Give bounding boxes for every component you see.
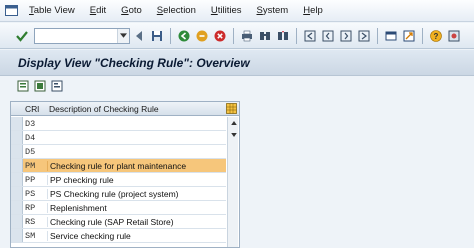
scroll-up-icon[interactable] <box>228 117 239 128</box>
exit-icon[interactable] <box>195 29 209 43</box>
column-header-code[interactable]: CRl <box>25 104 39 114</box>
cell-code: RS <box>25 217 36 227</box>
title-bar: Display View "Checking Rule": Overview <box>0 50 474 76</box>
cell-description: Checking rule (SAP Retail Store) <box>47 217 225 227</box>
menu-item-selection[interactable]: Selection <box>157 5 196 16</box>
table-row[interactable]: D4 <box>11 131 226 145</box>
menu-item-goto[interactable]: Goto <box>121 5 142 16</box>
toolbar-separator <box>170 27 171 44</box>
menu-item-label: able View <box>33 5 75 16</box>
toolbar-separator <box>296 27 297 44</box>
table-row[interactable]: D5 <box>11 145 226 159</box>
toolbar-separator <box>422 27 423 44</box>
table-row[interactable]: PM Checking rule for plant maintenance <box>11 159 226 173</box>
shortcut-icon[interactable] <box>402 29 416 43</box>
cell-description: PS Checking rule (project system) <box>47 189 225 199</box>
page-title: Display View "Checking Rule": Overview <box>18 56 250 70</box>
toolbar-separator <box>233 27 234 44</box>
menu-item-label: elp <box>310 5 323 16</box>
table-row[interactable]: RS Checking rule (SAP Retail Store) <box>11 215 226 229</box>
cell-description: PP checking rule <box>47 175 225 185</box>
print-icon[interactable] <box>240 29 254 43</box>
cell-code: PM <box>25 161 36 171</box>
menu-item-accelerator: U <box>210 5 218 16</box>
next-page-icon[interactable] <box>339 29 353 43</box>
cell-description: Checking rule for plant maintenance <box>47 161 225 171</box>
row-selector[interactable] <box>11 173 23 186</box>
row-selector[interactable] <box>11 159 23 172</box>
help-icon[interactable]: ? <box>429 29 443 43</box>
menu-item-label: oto <box>128 5 142 16</box>
menu-item-utilities[interactable]: Utilities <box>211 5 242 16</box>
menu-item-label: ystem <box>262 5 289 16</box>
last-page-icon[interactable] <box>357 29 371 43</box>
cell-code: D4 <box>25 133 36 143</box>
svg-text:?: ? <box>434 32 439 41</box>
chevron-down-icon[interactable] <box>117 28 129 43</box>
row-selector[interactable] <box>11 201 23 214</box>
previous-page-icon[interactable] <box>321 29 335 43</box>
menu-item-label: election <box>163 5 196 16</box>
cell-code: PS <box>25 189 36 199</box>
cancel-icon[interactable] <box>213 29 227 43</box>
detail-icon[interactable] <box>50 79 64 93</box>
row-selector[interactable] <box>11 117 23 130</box>
cell-description: Service checking rule <box>47 231 225 241</box>
menu-item-accelerator: G <box>121 5 129 16</box>
row-selector[interactable] <box>11 131 23 144</box>
scroll-down-icon[interactable] <box>228 129 239 140</box>
table-row[interactable]: PS PS Checking rule (project system) <box>11 187 226 201</box>
customize-layout-icon[interactable] <box>447 29 461 43</box>
history-back-icon[interactable] <box>132 29 146 43</box>
find-icon[interactable] <box>258 29 272 43</box>
menu-item-label: tilities <box>217 5 242 16</box>
toolbar-separator <box>377 27 378 44</box>
table-row[interactable]: SM Service checking rule <box>11 229 226 243</box>
row-selector[interactable] <box>11 187 23 200</box>
enter-icon[interactable] <box>14 28 30 44</box>
display-change-icon[interactable] <box>16 79 30 93</box>
table-row[interactable]: PP PP checking rule <box>11 173 226 187</box>
row-selector[interactable] <box>11 145 23 158</box>
table-row[interactable]: RP Replenishment <box>11 201 226 215</box>
column-header-description[interactable]: Description of Checking Rule <box>49 104 159 114</box>
checking-rule-table: CRl Description of Checking Rule D3 D4 D5 P… <box>10 101 240 248</box>
application-toolbar <box>0 77 474 95</box>
find-next-icon[interactable] <box>276 29 290 43</box>
vertical-scrollbar[interactable] <box>227 117 238 247</box>
save-icon[interactable] <box>150 29 164 43</box>
cell-code: D5 <box>25 147 36 157</box>
table-settings-icon[interactable] <box>226 103 237 114</box>
cell-description: Replenishment <box>47 203 225 213</box>
cell-code: PP <box>25 175 36 185</box>
standard-toolbar: ? <box>0 23 474 49</box>
menu-item-edit[interactable]: Edit <box>90 5 106 16</box>
new-session-icon[interactable] <box>384 29 398 43</box>
table-row[interactable]: D3 <box>11 117 226 131</box>
back-icon[interactable] <box>177 29 191 43</box>
menu-bar: Table View Edit Goto Selection Utilities Syst… <box>0 0 474 22</box>
menu-item-system[interactable]: System <box>257 5 289 16</box>
row-selector[interactable] <box>11 215 23 228</box>
row-selector[interactable] <box>11 229 23 242</box>
menu-item-label: dit <box>96 5 107 16</box>
cell-code: RP <box>25 203 36 213</box>
first-page-icon[interactable] <box>303 29 317 43</box>
menu-item-help[interactable]: Help <box>303 5 323 16</box>
command-field[interactable] <box>34 27 130 44</box>
menu-window-icon[interactable] <box>0 0 22 22</box>
menu-item-table-view[interactable]: Table View <box>29 5 75 16</box>
table-header: CRl Description of Checking Rule <box>11 102 239 116</box>
cell-code: SM <box>25 231 36 241</box>
cell-code: D3 <box>25 119 36 129</box>
select-all-icon[interactable] <box>33 79 47 93</box>
